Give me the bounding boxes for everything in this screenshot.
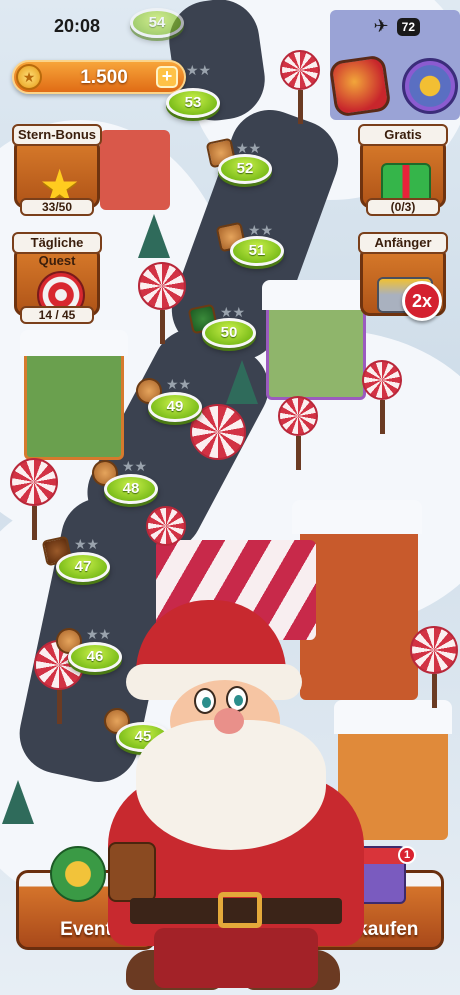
beginner-title: Anfänger [358, 232, 448, 254]
pine-tree [138, 214, 170, 258]
santa-pants [154, 928, 318, 988]
free-gift-progress: (0/3) [366, 198, 440, 216]
star-bonus-progress: 33/50 [20, 198, 94, 216]
snow-roof [20, 330, 128, 356]
lollipop-tree [410, 626, 458, 708]
santa-character [100, 592, 370, 992]
level-node-48[interactable]: 48 [104, 474, 158, 504]
add-coins-button[interactable]: + [156, 66, 178, 88]
free-gift-title: Gratis [358, 124, 448, 146]
star-bonus-title: Stern-Bonus [12, 124, 102, 146]
santa-eye [194, 688, 216, 714]
level-node-47[interactable]: 47 [56, 552, 110, 582]
level-stars: ★★ [166, 376, 192, 392]
level-node-51[interactable]: 51 [230, 236, 284, 266]
free-gift-panel[interactable]: Gratis (0/3) [358, 124, 448, 220]
lollipop-tree [278, 396, 318, 470]
level-node-54[interactable]: 54 [130, 8, 184, 38]
coin-balance[interactable]: ★ 1.500 + [12, 60, 186, 94]
multiplier-badge: 2x [402, 281, 442, 321]
airplane-mode-icon: ✈ [373, 16, 389, 36]
lollipop-tree [138, 262, 186, 344]
coin-amount: 1.500 [80, 67, 128, 88]
santa-bag [108, 842, 156, 902]
santa-nose [214, 708, 244, 734]
house [24, 340, 124, 460]
santa-buckle [218, 892, 262, 928]
santa-beard [136, 720, 326, 850]
level-node-49[interactable]: 49 [148, 392, 202, 422]
star-bonus-panel[interactable]: Stern-Bonus ★ 33/50 [12, 124, 102, 220]
coin-icon: ★ [16, 64, 42, 90]
battery-icon: 72 [396, 17, 420, 36]
notification-badge: 1 [398, 846, 416, 864]
bell-icon [50, 846, 106, 902]
status-time: 20:08 [54, 16, 101, 36]
level-node-52[interactable]: 52 [218, 154, 272, 184]
level-stars: ★★ [186, 62, 212, 78]
daily-quest-panel[interactable]: Tägliche Quest 14 / 45 [12, 232, 102, 328]
daily-quest-title: Tägliche Quest [12, 232, 102, 268]
lollipop-tree [362, 360, 402, 434]
level-node-53[interactable]: 53 [166, 88, 220, 118]
cannon-icon[interactable] [328, 54, 392, 118]
daily-quest-progress: 14 / 45 [20, 306, 94, 324]
pine-tree [226, 360, 258, 404]
snow-roof [292, 500, 422, 534]
house [100, 130, 170, 210]
status-indicators: ✈ 72 [374, 16, 420, 37]
snow-roof [262, 280, 370, 310]
house [266, 300, 366, 400]
gear-icon[interactable] [402, 58, 458, 114]
level-node-50[interactable]: 50 [202, 318, 256, 348]
lollipop-tree [280, 50, 320, 124]
lollipop-tree [146, 506, 186, 546]
level-stars: ★★ [122, 458, 148, 474]
pine-tree [2, 780, 34, 824]
lollipop-tree [10, 458, 58, 540]
level-stars: ★★ [74, 536, 100, 552]
